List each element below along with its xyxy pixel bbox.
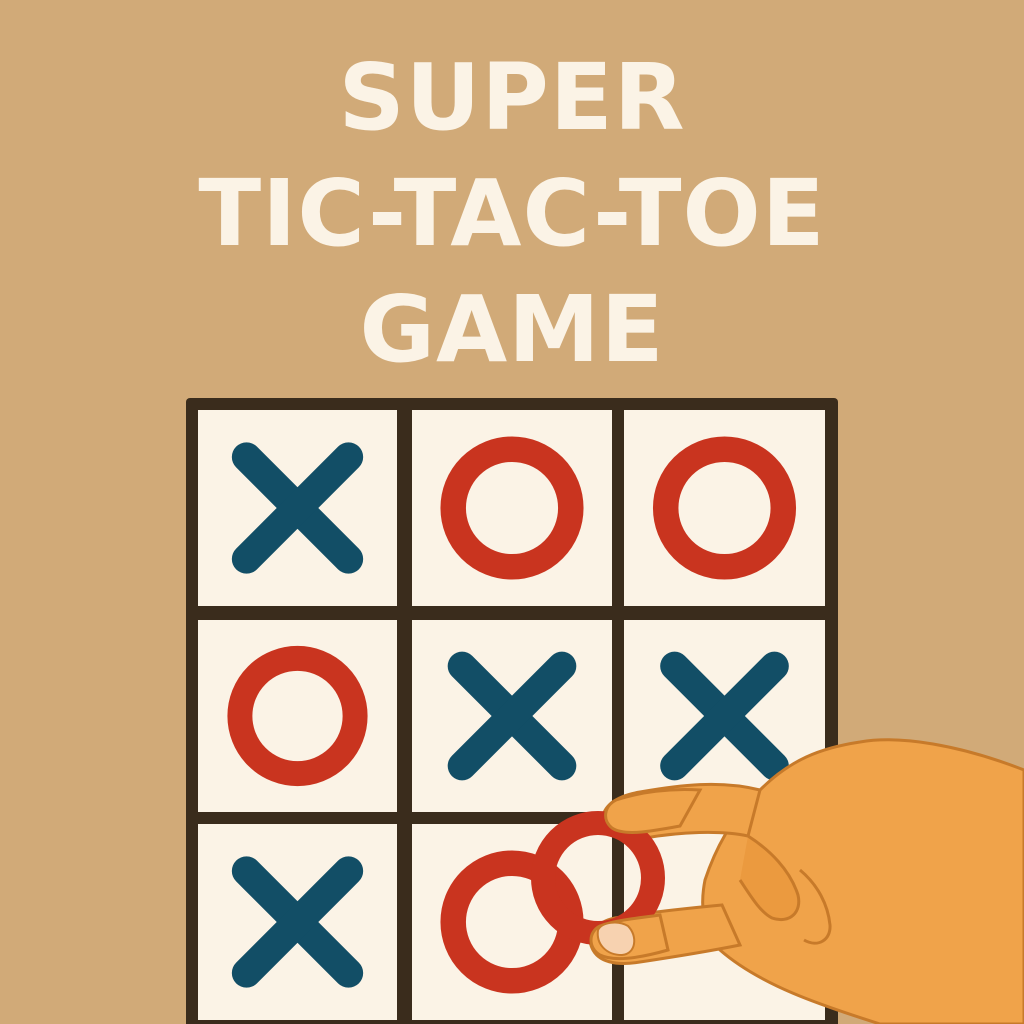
board-cell-r1-c1[interactable] bbox=[198, 410, 397, 606]
board-cell-r2-c1[interactable] bbox=[198, 620, 397, 812]
board-cell-r3-c2[interactable] bbox=[412, 824, 612, 1020]
o-mark-icon bbox=[440, 850, 584, 994]
title-line-1: SUPER bbox=[338, 44, 686, 151]
x-mark-icon bbox=[447, 651, 577, 781]
board-cell-r3-c3[interactable] bbox=[624, 824, 825, 1020]
o-mark-icon bbox=[440, 436, 584, 580]
board-cell-r1-c3[interactable] bbox=[624, 410, 825, 606]
board-cell-r3-c1[interactable] bbox=[198, 824, 397, 1020]
x-mark-icon bbox=[231, 856, 364, 988]
game-title: SUPER TIC-TAC-TOE GAME bbox=[0, 40, 1024, 388]
game-board bbox=[186, 398, 838, 1024]
o-mark-icon bbox=[227, 645, 368, 787]
board-cell-r1-c2[interactable] bbox=[412, 410, 612, 606]
x-mark-icon bbox=[231, 442, 364, 574]
board-cell-r2-c3[interactable] bbox=[624, 620, 825, 812]
o-mark-icon bbox=[652, 436, 797, 580]
title-line-2: TIC-TAC-TOE bbox=[198, 160, 826, 267]
x-mark-icon bbox=[660, 651, 789, 781]
board-cell-r2-c2[interactable] bbox=[412, 620, 612, 812]
title-line-3: GAME bbox=[359, 276, 665, 383]
